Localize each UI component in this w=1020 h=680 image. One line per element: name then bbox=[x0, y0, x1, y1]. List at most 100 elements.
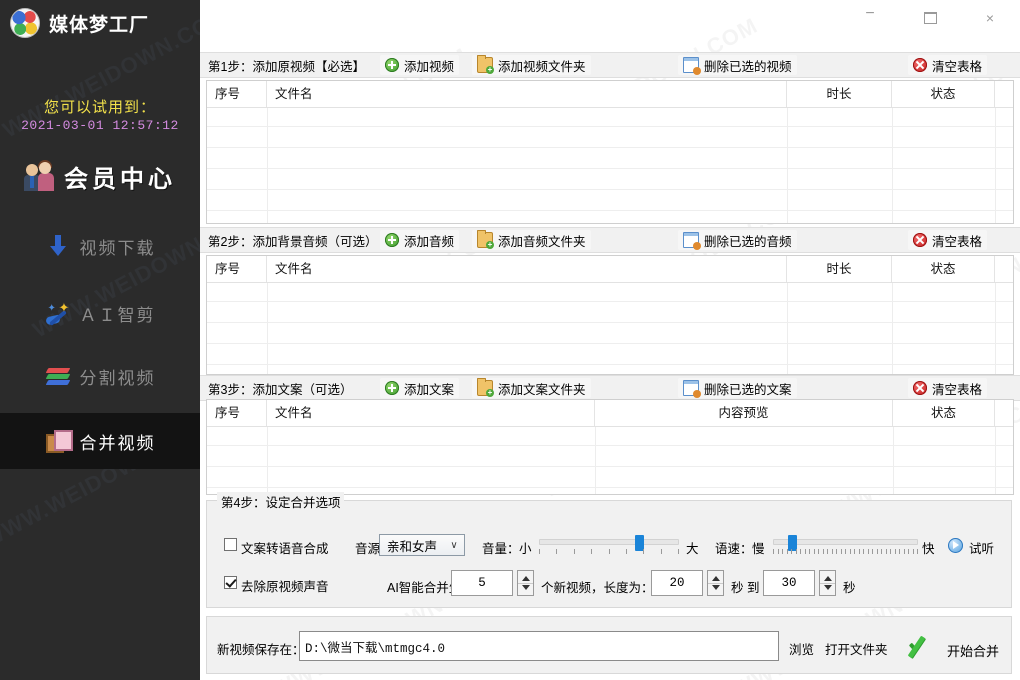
minimize-button[interactable]: − bbox=[840, 0, 900, 36]
add-audio-label: 添加音频 bbox=[404, 234, 455, 249]
maximize-button[interactable] bbox=[900, 0, 960, 36]
merge-frames-icon bbox=[45, 428, 73, 454]
column-header-status: 状态 bbox=[892, 256, 995, 282]
script-table-body[interactable] bbox=[207, 427, 1013, 494]
add-video-label: 添加视频 bbox=[404, 59, 455, 74]
doc-remove-icon bbox=[683, 380, 701, 398]
script-table-header: 序号 文件名 内容预览 状态 bbox=[207, 400, 1013, 427]
column-header-duration: 时长 bbox=[787, 81, 892, 107]
sidebar-item-merge-video[interactable]: 合并视频 bbox=[0, 413, 200, 469]
length-max-input[interactable]: 30 bbox=[763, 570, 815, 596]
sidebar-item-video-download[interactable]: 视频下载 bbox=[0, 218, 200, 274]
clear-video-table-button[interactable]: 清空表格 bbox=[908, 55, 988, 75]
add-script-folder-button[interactable]: + 添加文案文件夹 bbox=[472, 378, 591, 398]
folder-add-icon: + bbox=[477, 230, 494, 249]
green-plus-icon bbox=[385, 381, 399, 395]
green-plus-icon bbox=[385, 233, 399, 247]
column-header-spacer bbox=[995, 256, 1011, 282]
vip-center-button[interactable]: 会员中心 bbox=[0, 152, 200, 200]
volume-slider[interactable] bbox=[539, 534, 679, 554]
download-arrow-icon bbox=[45, 233, 71, 259]
vip-people-icon bbox=[24, 160, 58, 192]
volume-label: 音量： bbox=[482, 542, 520, 556]
add-audio-button[interactable]: 添加音频 bbox=[380, 230, 460, 250]
column-header-status: 状态 bbox=[893, 400, 995, 426]
save-path-label: 新视频保存在： bbox=[217, 643, 305, 657]
sidebar-item-ai-edit[interactable]: ✦ ✦ ＡＩ智剪 bbox=[0, 285, 200, 341]
step3-toolbar: 第3步：添加文案（可选） 添加文案 + 添加文案文件夹 删除已选的文案 清空表格 bbox=[200, 375, 1020, 401]
video-table[interactable]: 序号 文件名 时长 状态 bbox=[206, 80, 1014, 224]
delete-selected-script-label: 删除已选的文案 bbox=[704, 382, 792, 397]
step2-title: 第2步：添加背景音频（可选） bbox=[208, 234, 378, 249]
trial-label: 您可以试用到： bbox=[43, 99, 156, 116]
browse-button[interactable]: 浏览 bbox=[789, 639, 814, 658]
add-audio-folder-button[interactable]: + 添加音频文件夹 bbox=[472, 230, 591, 250]
step3-title: 第3步：添加文案（可选） bbox=[208, 382, 353, 397]
sidebar-item-split-video[interactable]: 分割视频 bbox=[0, 348, 200, 404]
unit-seconds-label: 秒 bbox=[843, 581, 856, 595]
add-audio-folder-label: 添加音频文件夹 bbox=[498, 234, 586, 249]
delete-selected-script-button[interactable]: 删除已选的文案 bbox=[678, 378, 797, 398]
green-plus-icon bbox=[385, 58, 399, 72]
mute-original-checkbox[interactable] bbox=[224, 576, 237, 589]
delete-selected-video-button[interactable]: 删除已选的视频 bbox=[678, 55, 797, 75]
app-logo-icon bbox=[10, 8, 40, 38]
add-script-folder-label: 添加文案文件夹 bbox=[498, 382, 586, 397]
voice-source-value: 亲和女声 bbox=[387, 539, 438, 554]
delete-selected-audio-button[interactable]: 删除已选的音频 bbox=[678, 230, 797, 250]
tts-checkbox-label: 文案转语音合成 bbox=[241, 542, 329, 556]
close-icon: × bbox=[985, 10, 995, 26]
preview-label[interactable]: 试听 bbox=[969, 538, 994, 557]
mute-original-label: 去除原视频声音 bbox=[241, 580, 329, 594]
add-video-folder-button[interactable]: + 添加视频文件夹 bbox=[472, 55, 591, 75]
add-script-button[interactable]: 添加文案 bbox=[380, 378, 460, 398]
audio-table[interactable]: 序号 文件名 时长 状态 bbox=[206, 255, 1014, 375]
red-x-icon bbox=[913, 381, 927, 395]
red-x-icon bbox=[913, 233, 927, 247]
doc-remove-icon bbox=[683, 232, 701, 250]
column-header-index: 序号 bbox=[207, 256, 267, 282]
app-title: 媒体梦工厂 bbox=[49, 14, 150, 36]
column-header-filename: 文件名 bbox=[267, 81, 787, 107]
add-video-folder-label: 添加视频文件夹 bbox=[498, 59, 586, 74]
voice-source-select[interactable]: 亲和女声 ∨ bbox=[379, 534, 465, 556]
save-path-group: 新视频保存在： D:\微当下载\mtmgc4.0 浏览 打开文件夹 开始合并 bbox=[206, 616, 1012, 674]
script-table[interactable]: 序号 文件名 内容预览 状态 bbox=[206, 399, 1014, 495]
speed-slider[interactable] bbox=[773, 534, 918, 554]
clear-audio-table-label: 清空表格 bbox=[932, 234, 983, 249]
play-circle-icon[interactable] bbox=[948, 538, 963, 553]
sidebar-item-label: 视频下载 bbox=[79, 238, 156, 258]
tts-checkbox[interactable] bbox=[224, 538, 237, 551]
merge-options-group: 第4步：设定合并选项 文案转语音合成 音源： 亲和女声 ∨ 音量： 小 大 语速… bbox=[206, 492, 1012, 608]
length-max-stepper[interactable] bbox=[819, 570, 836, 596]
column-header-spacer bbox=[995, 400, 1011, 426]
step2-toolbar: 第2步：添加背景音频（可选） 添加音频 + 添加音频文件夹 删除已选的音频 清空… bbox=[200, 227, 1020, 253]
step1-toolbar: 第1步：添加原视频【必选】 添加视频 + 添加视频文件夹 删除已选的视频 清空表… bbox=[200, 52, 1020, 78]
sidebar: WWW.WEIDOWN.COM WWW.WEIDOWN.COM WWW.WEID… bbox=[0, 0, 200, 680]
save-path-input[interactable]: D:\微当下载\mtmgc4.0 bbox=[299, 631, 779, 661]
length-min-stepper[interactable] bbox=[707, 570, 724, 596]
brand: 媒体梦工厂 bbox=[10, 8, 149, 38]
add-video-button[interactable]: 添加视频 bbox=[380, 55, 460, 75]
ai-merge-count-input[interactable]: 5 bbox=[451, 570, 513, 596]
length-min-input[interactable]: 20 bbox=[651, 570, 703, 596]
clear-script-table-button[interactable]: 清空表格 bbox=[908, 378, 988, 398]
clear-video-table-label: 清空表格 bbox=[932, 59, 983, 74]
volume-slider-track bbox=[539, 539, 679, 545]
ai-merge-count-stepper[interactable] bbox=[517, 570, 534, 596]
column-header-index: 序号 bbox=[207, 81, 267, 107]
audio-table-body[interactable] bbox=[207, 283, 1013, 374]
step1-title: 第1步：添加原视频【必选】 bbox=[208, 59, 365, 74]
open-folder-button[interactable]: 打开文件夹 bbox=[825, 639, 888, 658]
start-merge-button[interactable]: 开始合并 bbox=[947, 641, 999, 660]
close-button[interactable]: × bbox=[960, 0, 1020, 36]
audio-table-header: 序号 文件名 时长 状态 bbox=[207, 256, 1013, 283]
clear-audio-table-button[interactable]: 清空表格 bbox=[908, 230, 988, 250]
video-table-body[interactable] bbox=[207, 108, 1013, 223]
column-header-filename: 文件名 bbox=[267, 400, 595, 426]
vip-center-label: 会员中心 bbox=[64, 163, 176, 193]
sidebar-item-label: ＡＩ智剪 bbox=[79, 305, 156, 325]
delete-selected-video-label: 删除已选的视频 bbox=[704, 59, 792, 74]
ai-wand-icon: ✦ ✦ bbox=[44, 300, 71, 326]
clear-script-table-label: 清空表格 bbox=[932, 382, 983, 397]
